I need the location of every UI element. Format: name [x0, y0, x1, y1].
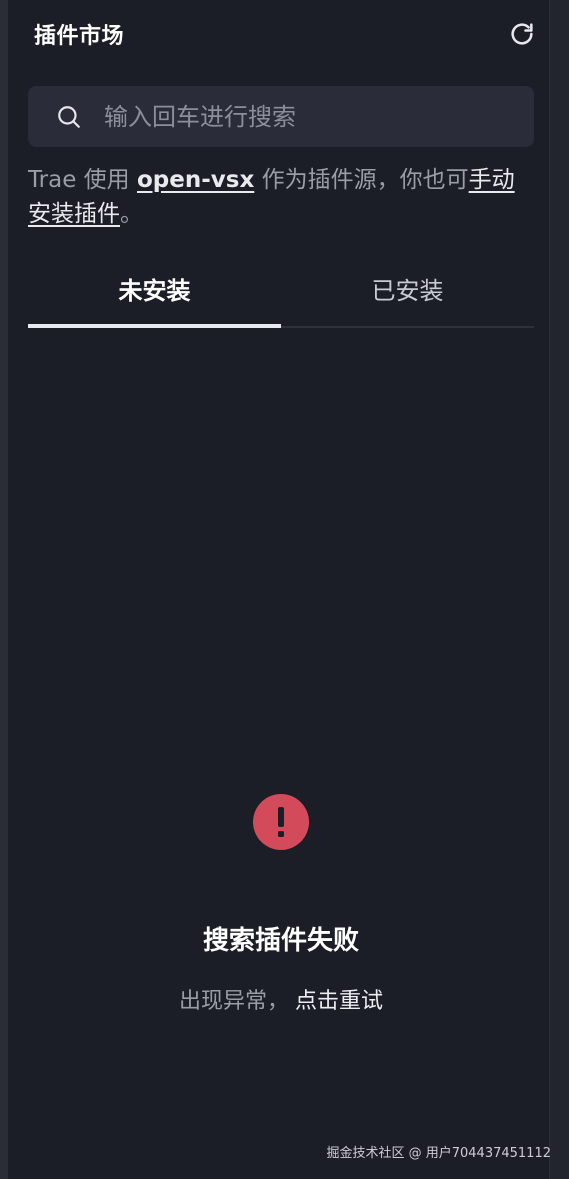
extension-marketplace-panel: 插件市场 Trae 使用 open-vsx 作为插件源，你也可手动安装插件。 未… — [0, 0, 569, 1179]
search-input[interactable] — [104, 102, 484, 131]
exclamation-icon — [253, 794, 309, 850]
tab-not-installed[interactable]: 未安装 — [28, 258, 281, 328]
panel-header: 插件市场 — [34, 14, 534, 54]
source-description: Trae 使用 open-vsx 作为插件源，你也可手动安装插件。 — [28, 163, 534, 231]
description-prefix: Trae 使用 — [28, 167, 137, 193]
error-title: 搜索插件失败 — [202, 926, 359, 956]
retry-link[interactable]: 点击重试 — [295, 989, 383, 1014]
description-suffix: 。 — [120, 201, 143, 227]
scrollbar-track[interactable] — [549, 0, 569, 1179]
error-message: 出现异常， — [178, 989, 289, 1014]
watermark: 掘金技术社区 @ 用户704437451112 — [326, 1146, 551, 1161]
panel-content: 插件市场 Trae 使用 open-vsx 作为插件源，你也可手动安装插件。 未… — [28, 0, 534, 1179]
install-tabs: 未安装 已安装 — [28, 258, 534, 328]
search-icon — [56, 104, 82, 130]
panel-title: 插件市场 — [34, 24, 125, 49]
refresh-icon — [511, 23, 533, 45]
open-vsx-link[interactable]: open-vsx — [137, 167, 254, 193]
error-subtitle: 出现异常， 点击重试 — [179, 983, 383, 1015]
refresh-button[interactable] — [504, 16, 540, 52]
search-box[interactable] — [28, 86, 534, 147]
tab-installed[interactable]: 已安装 — [281, 258, 534, 326]
description-middle: 作为插件源，你也可 — [254, 167, 469, 193]
error-state: 搜索插件失败 出现异常， 点击重试 — [28, 794, 534, 1015]
left-panel-edge — [0, 0, 8, 1179]
